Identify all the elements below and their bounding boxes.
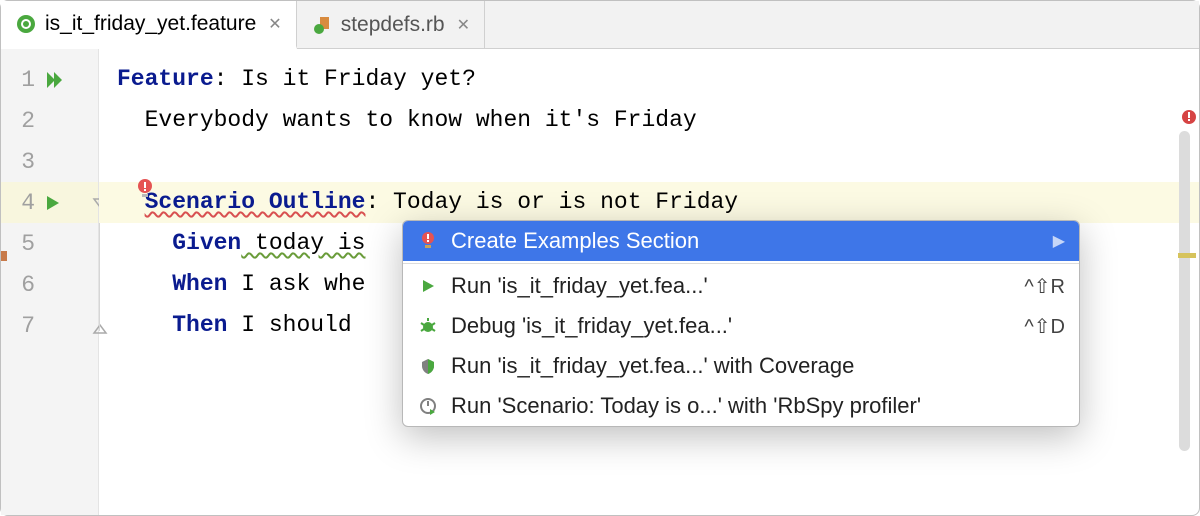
line-number: 5	[11, 231, 35, 257]
menu-item-run[interactable]: Run 'is_it_friday_yet.fea...' ^⇧R	[403, 266, 1079, 306]
run-all-icon[interactable]	[45, 70, 65, 90]
line-number: 4	[11, 190, 35, 216]
editor-tabs: is_it_friday_yet.feature ✕ stepdefs.rb ✕	[1, 1, 1199, 49]
run-icon	[417, 278, 439, 294]
intention-bulb-icon[interactable]	[135, 176, 155, 217]
tab-feature-file[interactable]: is_it_friday_yet.feature ✕	[1, 1, 297, 49]
line-number: 2	[11, 108, 35, 134]
error-bulb-icon	[417, 231, 439, 251]
close-icon[interactable]: ✕	[453, 15, 470, 35]
menu-shortcut: ^⇧R	[1024, 274, 1065, 299]
code-line-highlighted: Scenario Outline: Today is or is not Fri…	[99, 182, 1199, 223]
scrollbar-thumb[interactable]	[1179, 131, 1190, 451]
line-number: 7	[11, 313, 35, 339]
menu-label: Run 'Scenario: Today is o...' with 'RbSp…	[451, 393, 1065, 419]
change-marker	[1, 251, 7, 261]
menu-item-debug[interactable]: Debug 'is_it_friday_yet.fea...' ^⇧D	[403, 306, 1079, 346]
menu-label: Run 'is_it_friday_yet.fea...'	[451, 273, 1012, 299]
menu-item-create-examples[interactable]: Create Examples Section ▶	[403, 221, 1079, 261]
menu-item-profile[interactable]: Run 'Scenario: Today is o...' with 'RbSp…	[403, 386, 1079, 426]
code-line: Everybody wants to know when it's Friday	[117, 100, 1199, 141]
run-icon[interactable]	[45, 195, 61, 211]
code-line: Feature: Is it Friday yet?	[117, 59, 1199, 100]
tab-stepdefs[interactable]: stepdefs.rb ✕	[297, 1, 485, 48]
gutter: 1 2 3 4 5 6 7	[1, 49, 99, 515]
submenu-arrow-icon: ▶	[1053, 231, 1065, 251]
menu-item-coverage[interactable]: Run 'is_it_friday_yet.fea...' with Cover…	[403, 346, 1079, 386]
intention-actions-menu: Create Examples Section ▶ Run 'is_it_fri…	[402, 220, 1080, 427]
coverage-icon	[417, 357, 439, 375]
warning-stripe-mark[interactable]	[1178, 253, 1196, 258]
cucumber-icon	[15, 14, 37, 34]
line-number: 3	[11, 149, 35, 175]
menu-label: Create Examples Section	[451, 228, 1041, 254]
menu-label: Run 'is_it_friday_yet.fea...' with Cover…	[451, 353, 1065, 379]
tab-label: is_it_friday_yet.feature	[45, 12, 256, 36]
line-number: 1	[11, 67, 35, 93]
ruby-file-icon	[311, 15, 333, 35]
tab-label: stepdefs.rb	[341, 13, 445, 37]
error-indicator-icon[interactable]	[1181, 109, 1195, 130]
line-number: 6	[11, 272, 35, 298]
menu-separator	[403, 263, 1079, 264]
code-line	[117, 141, 1199, 182]
menu-shortcut: ^⇧D	[1024, 314, 1065, 339]
menu-label: Debug 'is_it_friday_yet.fea...'	[451, 313, 1012, 339]
debug-icon	[417, 317, 439, 335]
profiler-icon	[417, 397, 439, 415]
close-icon[interactable]: ✕	[264, 14, 281, 34]
